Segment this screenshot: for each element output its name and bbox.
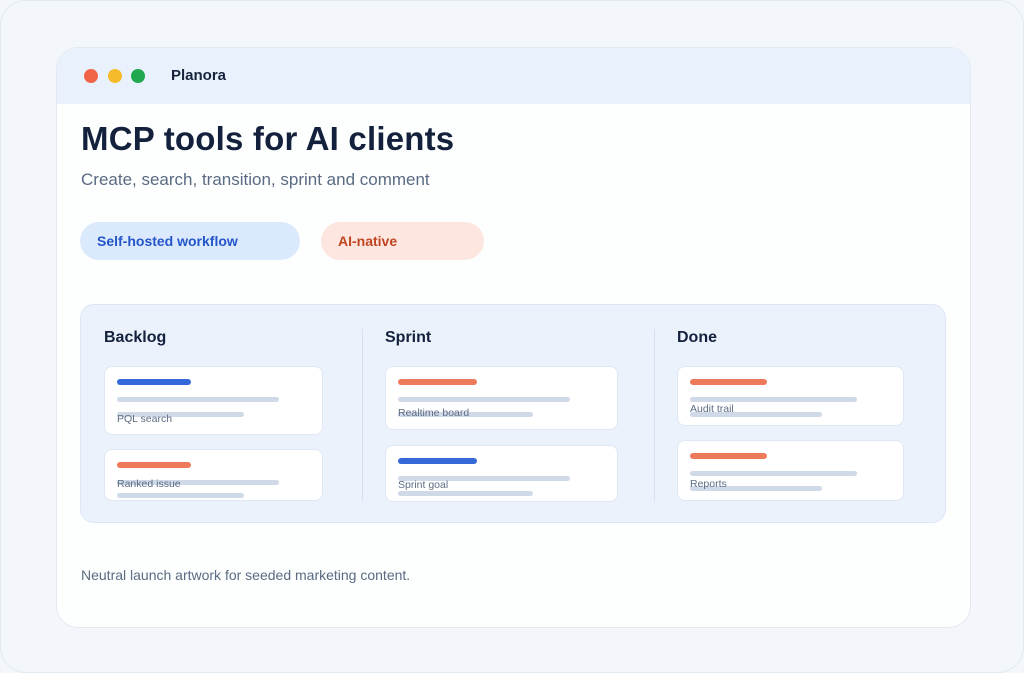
column-title-backlog: Backlog: [104, 329, 167, 346]
close-window-icon[interactable]: [84, 69, 98, 83]
card-placeholder-line: [398, 397, 570, 402]
kanban-card[interactable]: Ranked issue: [104, 449, 323, 501]
app-name: Planora: [171, 67, 227, 84]
self-hosted-workflow-badge: Self-hosted workflow: [80, 222, 300, 260]
card-accent-bar: [117, 462, 191, 468]
page-title: MCP tools for AI clients: [81, 120, 455, 157]
maximize-window-icon[interactable]: [131, 69, 145, 83]
card-label: Ranked issue: [117, 478, 181, 490]
card-accent-bar: [398, 379, 477, 385]
card-placeholder-line: [690, 397, 857, 402]
card-placeholder-line: [690, 471, 857, 476]
title-bar: Planora: [57, 48, 970, 104]
column-divider: [654, 329, 655, 501]
minimize-window-icon[interactable]: [108, 69, 122, 83]
kanban-card[interactable]: Sprint goal: [385, 445, 618, 502]
kanban-card[interactable]: Audit trail: [677, 366, 904, 426]
card-placeholder-line: [117, 397, 279, 402]
column-title-done: Done: [677, 329, 717, 346]
card-accent-bar: [398, 458, 477, 464]
ai-native-badge: AI-native: [321, 222, 484, 260]
column-divider: [362, 329, 363, 501]
kanban-card[interactable]: Reports: [677, 440, 904, 501]
card-label: PQL search: [117, 413, 173, 425]
footnote: Neutral launch artwork for seeded market…: [81, 567, 411, 583]
kanban-board: Backlog PQL search Ranked issue Sprint R…: [80, 304, 946, 523]
kanban-card[interactable]: Realtime board: [385, 366, 618, 430]
page-subtitle: Create, search, transition, sprint and c…: [81, 170, 430, 189]
card-label: Realtime board: [398, 407, 470, 419]
card-label: Audit trail: [690, 403, 734, 415]
app-window: Planora MCP tools for AI clients Create,…: [56, 47, 971, 628]
artwork-frame: Planora MCP tools for AI clients Create,…: [0, 0, 1024, 673]
card-accent-bar: [117, 379, 191, 385]
card-placeholder-line: [117, 493, 244, 498]
card-label: Sprint goal: [398, 479, 449, 491]
kanban-card[interactable]: PQL search: [104, 366, 323, 435]
column-title-sprint: Sprint: [385, 329, 432, 346]
card-placeholder-line: [398, 491, 533, 496]
card-accent-bar: [690, 453, 767, 459]
card-label: Reports: [690, 478, 727, 490]
card-accent-bar: [690, 379, 767, 385]
